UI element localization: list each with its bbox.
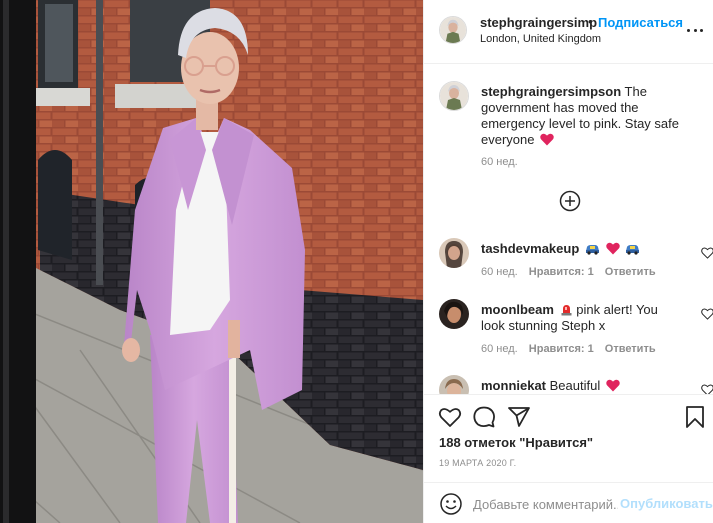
comment-text-block: monniekat Beautiful (481, 378, 681, 394)
post-location[interactable]: London, United Kingdom (480, 33, 601, 45)
comment-meta: 60 нед. Нравится: 1 Ответить (481, 266, 664, 278)
add-comment-bar: Опубликовать (424, 482, 713, 523)
follow-button[interactable]: Подписаться (598, 15, 683, 30)
red-heart-emoji-icon (606, 379, 620, 392)
comment-avatar[interactable] (439, 238, 469, 268)
red-heart-emoji-icon (540, 133, 554, 146)
comment-avatar[interactable] (439, 299, 469, 329)
comment-username[interactable]: tashdevmakeup (481, 241, 579, 256)
comment-icon[interactable] (472, 405, 496, 429)
comment-username[interactable]: monniekat (481, 378, 546, 393)
siren-emoji-icon (561, 305, 572, 316)
publish-button[interactable]: Опубликовать (620, 496, 713, 511)
post-header: stephgraingersimp • Подписаться London, … (424, 0, 713, 64)
comments-section[interactable]: stephgraingersimpson The government has … (424, 64, 713, 394)
reply-button[interactable]: Ответить (605, 266, 656, 278)
bookmark-icon[interactable] (683, 405, 707, 429)
comment-time[interactable]: 60 нед. (481, 343, 518, 355)
comment-avatar[interactable] (439, 375, 469, 394)
post-actions: 188 отметок "Нравится" 19 МАРТА 2020 Г. … (424, 394, 713, 523)
post-photo[interactable] (0, 0, 423, 523)
paper-plane-icon[interactable] (507, 405, 531, 429)
comment-text-block: moonlbeam pink alert! You look stunning … (481, 302, 681, 334)
comment-meta: 60 нед. Нравится: 1 Ответить (481, 343, 664, 355)
smiley-icon[interactable] (439, 492, 463, 516)
comment-text-block: tashdevmakeup (481, 241, 681, 257)
comment-time[interactable]: 60 нед. (481, 266, 518, 278)
post-date[interactable]: 19 МАРТА 2020 Г. (439, 458, 516, 468)
comment-like-count[interactable]: Нравится: 1 (529, 343, 594, 355)
likes-count[interactable]: 188 отметок "Нравится" (439, 435, 593, 450)
comment-like-count[interactable]: Нравится: 1 (529, 266, 594, 278)
separator-dot: • (588, 14, 593, 29)
author-avatar[interactable] (439, 16, 467, 44)
comment-username[interactable]: moonlbeam (481, 302, 554, 317)
author-username[interactable]: stephgraingersimp (480, 15, 597, 30)
car-emoji-icon (626, 245, 640, 255)
heart-icon[interactable] (438, 405, 462, 429)
more-options-icon[interactable] (687, 22, 703, 38)
caption-username[interactable]: stephgraingersimpson (481, 84, 621, 99)
caption-text-block: stephgraingersimpson The government has … (481, 84, 706, 148)
caption-avatar[interactable] (439, 81, 469, 111)
comment-text: Beautiful (549, 378, 601, 393)
comment-heart-icon[interactable] (701, 384, 713, 394)
red-heart-emoji-icon (605, 242, 620, 255)
plus-circle-icon[interactable] (559, 190, 581, 212)
instagram-post: stephgraingersimp • Подписаться London, … (0, 0, 713, 523)
comment-heart-icon[interactable] (701, 247, 713, 259)
comment-heart-icon[interactable] (701, 308, 713, 320)
car-emoji-icon (585, 245, 599, 255)
post-side-panel: stephgraingersimp • Подписаться London, … (423, 0, 713, 523)
photo-woman-in-pink-suit (0, 0, 423, 523)
reply-button[interactable]: Ответить (605, 343, 656, 355)
comment-input[interactable] (473, 494, 618, 514)
caption-time[interactable]: 60 нед. (481, 156, 518, 168)
